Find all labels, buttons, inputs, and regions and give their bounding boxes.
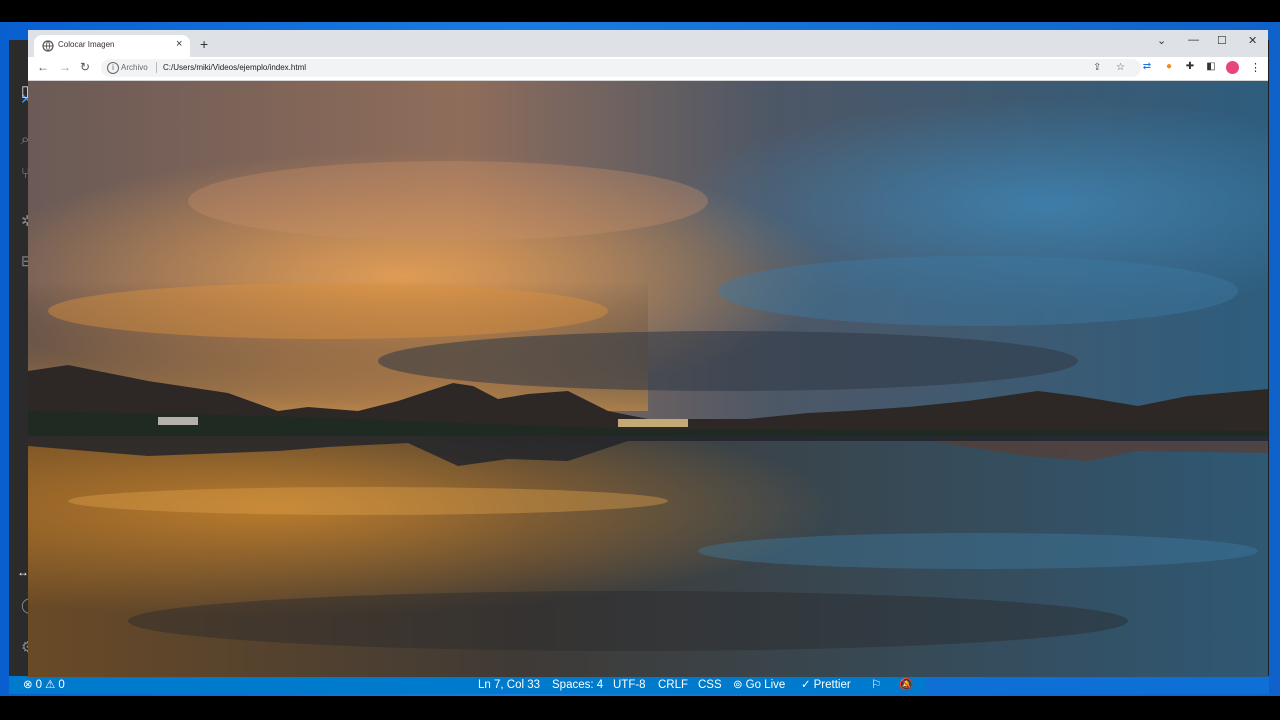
- landscape-photo: [28, 81, 1268, 677]
- browser-window: Colocar Imagen × + ⌄ — ☐ ✕ ← → ↻ i Archi…: [28, 30, 1268, 677]
- warning-count: 0: [58, 679, 65, 691]
- tab-title: Colocar Imagen: [58, 40, 115, 49]
- sidebar-icon[interactable]: ◧: [1205, 61, 1217, 73]
- puzzle-icon[interactable]: ✚: [1184, 61, 1196, 73]
- back-button[interactable]: ←: [37, 60, 49, 74]
- tab-strip: Colocar Imagen × + ⌄ — ☐ ✕: [28, 30, 1268, 57]
- reload-button[interactable]: ↻: [80, 60, 90, 74]
- language-mode[interactable]: CSS: [698, 676, 722, 694]
- globe-icon: [42, 40, 54, 52]
- share-icon[interactable]: ⇪: [1093, 62, 1101, 73]
- bell-slash-icon[interactable]: 🔕: [899, 676, 913, 694]
- address-bar[interactable]: i Archivo C:/Users/miki/Videos/ejemplo/i…: [101, 59, 1141, 77]
- vscode-activity-bar: ✕ ▯ ⌕ ⑂ ✲ ⊟ ◯ ⚙: [9, 40, 38, 676]
- error-icon: ⊗: [23, 679, 33, 691]
- tab-close-icon[interactable]: ×: [176, 38, 182, 50]
- eol-setting[interactable]: CRLF: [658, 676, 688, 694]
- status-bar-overflow: [925, 676, 1269, 694]
- letterbox-bottom: [0, 696, 1280, 720]
- prettier-label: Prettier: [813, 679, 851, 691]
- translate-icon[interactable]: ⇄: [1141, 61, 1153, 73]
- kebab-menu-icon[interactable]: ⋮: [1250, 61, 1261, 74]
- check-double-icon: ✓: [801, 679, 811, 691]
- star-icon[interactable]: ☆: [1116, 62, 1125, 73]
- feedback-icon[interactable]: ⚐: [871, 676, 881, 694]
- cursor-position[interactable]: Ln 7, Col 33: [478, 676, 540, 694]
- close-window-button[interactable]: ✕: [1248, 34, 1257, 47]
- extension-icon[interactable]: ●: [1163, 61, 1175, 73]
- tab-colocar-imagen[interactable]: Colocar Imagen ×: [34, 35, 190, 57]
- forward-button[interactable]: →: [59, 60, 71, 74]
- error-count: 0: [35, 679, 43, 691]
- minimize-button[interactable]: —: [1188, 34, 1199, 46]
- letterbox-top: [0, 0, 1280, 22]
- indentation-setting[interactable]: Spaces: 4: [552, 676, 603, 694]
- url-text[interactable]: C:/Users/miki/Videos/ejemplo/index.html: [163, 63, 306, 72]
- go-live-label: Go Live: [745, 679, 786, 691]
- tab-search-chevron-icon[interactable]: ⌄: [1157, 34, 1166, 47]
- info-icon[interactable]: i: [107, 62, 119, 74]
- encoding-setting[interactable]: UTF-8: [613, 676, 646, 694]
- prettier-button[interactable]: ✓ Prettier: [801, 676, 851, 694]
- avatar[interactable]: [1226, 61, 1239, 74]
- warning-icon: ⚠: [45, 679, 56, 691]
- origin-label: Archivo: [121, 63, 148, 72]
- problems-indicator[interactable]: ⊗ 0 ⚠ 0: [23, 676, 65, 694]
- go-live-button[interactable]: ⊚ Go Live: [733, 676, 785, 694]
- maximize-button[interactable]: ☐: [1217, 34, 1227, 47]
- url-separator: [156, 62, 157, 73]
- new-tab-button[interactable]: +: [200, 37, 208, 51]
- vscode-status-bar: ⊗ 0 ⚠ 0 Ln 7, Col 33 Spaces: 4 UTF-8 CRL…: [9, 676, 925, 694]
- landscape-image: [28, 81, 1268, 677]
- resize-cursor-icon: ↔: [17, 565, 29, 579]
- browser-toolbar: ← → ↻ i Archivo C:/Users/miki/Videos/eje…: [28, 57, 1268, 81]
- broadcast-icon: ⊚: [733, 679, 743, 691]
